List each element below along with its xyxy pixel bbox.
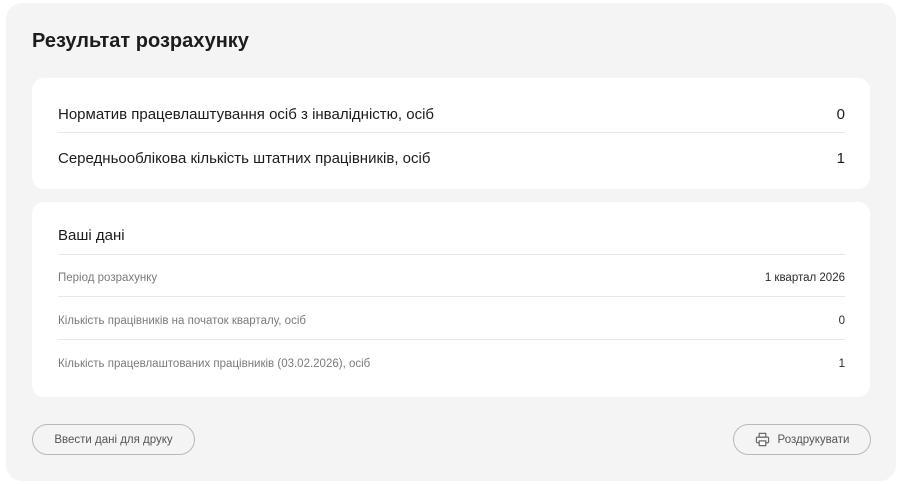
result-row-headcount: Середньооблікова кількість штатних праці… xyxy=(58,148,845,168)
result-label: Середньооблікова кількість штатних праці… xyxy=(58,149,431,167)
divider xyxy=(58,254,845,255)
your-data-title: Ваші дані xyxy=(58,227,125,244)
result-label: Норматив працевлаштування осіб з інвалід… xyxy=(58,105,435,123)
results-card: Норматив працевлаштування осіб з інвалід… xyxy=(32,78,870,189)
enter-print-data-label: Ввести дані для друку xyxy=(54,433,173,446)
print-button[interactable]: Роздрукувати xyxy=(733,424,871,455)
print-label: Роздрукувати xyxy=(777,433,850,446)
page-title: Результат розрахунку xyxy=(32,30,249,52)
result-row-standard: Норматив працевлаштування осіб з інвалід… xyxy=(58,104,845,124)
data-value: 0 xyxy=(838,315,845,327)
result-value: 0 xyxy=(836,105,845,123)
printer-icon xyxy=(755,432,770,447)
data-label: Період розрахунку xyxy=(58,272,158,284)
your-data-card: Ваші дані Період розрахунку 1 квартал 20… xyxy=(32,202,870,397)
divider xyxy=(58,339,845,340)
calculation-result-panel: Результат розрахунку Норматив працевлашт… xyxy=(6,3,896,481)
data-value: 1 квартал 2026 xyxy=(764,272,845,284)
result-value: 1 xyxy=(836,149,845,167)
divider xyxy=(58,132,845,133)
data-label: Кількість працівників на початок квартал… xyxy=(58,315,306,327)
enter-print-data-button[interactable]: Ввести дані для друку xyxy=(32,424,195,455)
divider xyxy=(58,296,845,297)
data-row-employees-start: Кількість працівників на початок квартал… xyxy=(58,313,845,329)
data-label: Кількість працевлаштованих працівників (… xyxy=(58,358,371,370)
data-row-employed: Кількість працевлаштованих працівників (… xyxy=(58,356,845,372)
data-value: 1 xyxy=(838,358,845,370)
data-row-period: Період розрахунку 1 квартал 2026 xyxy=(58,270,845,286)
